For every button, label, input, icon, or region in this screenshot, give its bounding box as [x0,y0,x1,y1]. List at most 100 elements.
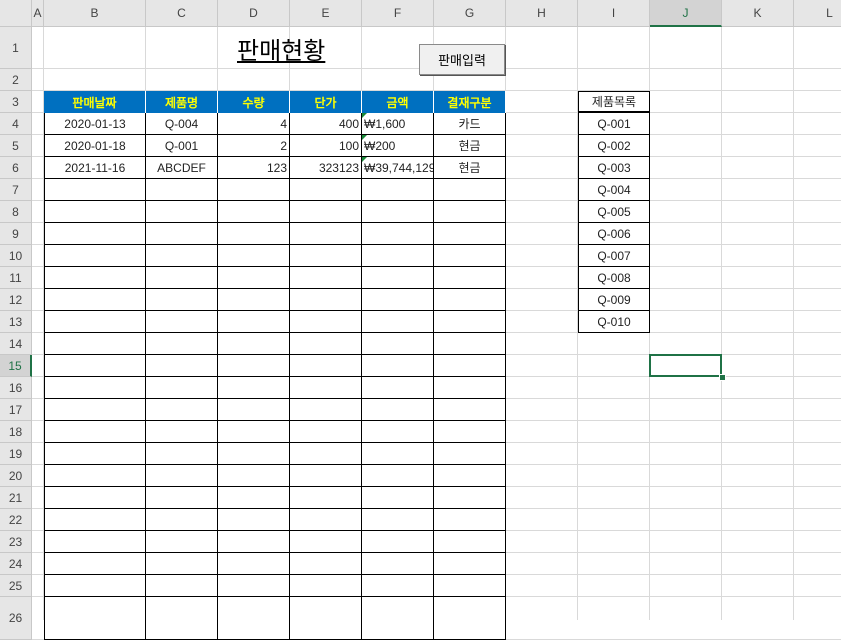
table-empty-cell[interactable] [362,223,434,245]
table-empty-cell[interactable] [44,333,146,355]
table-empty-cell[interactable] [290,443,362,465]
row-header-20[interactable]: 20 [0,465,32,487]
column-header-g[interactable]: G [434,0,506,27]
row-header-4[interactable]: 4 [0,113,32,135]
table-data-cell[interactable]: ₩200 [362,135,434,157]
column-header-d[interactable]: D [218,0,290,27]
table-empty-cell[interactable] [434,333,506,355]
table-data-cell[interactable]: ₩1,600 [362,113,434,135]
table-data-cell[interactable]: 현금 [434,157,506,179]
table-empty-cell[interactable] [434,311,506,333]
column-header-c[interactable]: C [146,0,218,27]
row-header-2[interactable]: 2 [0,69,32,91]
table-data-cell[interactable]: ABCDEF [146,157,218,179]
row-header-24[interactable]: 24 [0,553,32,575]
table-empty-cell[interactable] [44,245,146,267]
table-empty-cell[interactable] [290,245,362,267]
table-data-cell[interactable]: 123 [218,157,290,179]
row-header-13[interactable]: 13 [0,311,32,333]
product-list-item[interactable]: Q-009 [578,289,650,311]
table-empty-cell[interactable] [218,399,290,421]
table-empty-cell[interactable] [146,355,218,377]
table-empty-cell[interactable] [146,179,218,201]
product-list-item[interactable]: Q-010 [578,311,650,333]
active-cell-J15[interactable] [649,354,722,377]
table-empty-cell[interactable] [362,377,434,399]
table-empty-cell[interactable] [44,223,146,245]
row-header-14[interactable]: 14 [0,333,32,355]
table-data-cell[interactable]: 4 [218,113,290,135]
table-empty-cell[interactable] [44,553,146,575]
table-empty-cell[interactable] [290,311,362,333]
table-empty-cell[interactable] [146,465,218,487]
table-data-cell[interactable]: ₩39,744,129 [362,157,434,179]
table-data-cell[interactable]: 323123 [290,157,362,179]
column-header-a[interactable]: A [32,0,44,27]
table-empty-cell[interactable] [434,201,506,223]
table-empty-cell[interactable] [362,179,434,201]
table-data-cell[interactable]: Q-004 [146,113,218,135]
column-header-j[interactable]: J [650,0,722,27]
table-empty-cell[interactable] [434,179,506,201]
table-empty-cell[interactable] [434,267,506,289]
table-empty-cell[interactable] [290,509,362,531]
row-header-8[interactable]: 8 [0,201,32,223]
table-data-cell[interactable]: 2020-01-13 [44,113,146,135]
table-empty-cell[interactable] [146,289,218,311]
table-empty-cell[interactable] [362,355,434,377]
table-empty-cell[interactable] [362,333,434,355]
table-empty-cell[interactable] [218,531,290,553]
table-empty-cell[interactable] [218,355,290,377]
product-list-item[interactable]: Q-005 [578,201,650,223]
table-empty-cell[interactable] [218,179,290,201]
table-empty-cell[interactable] [362,201,434,223]
table-empty-cell[interactable] [362,531,434,553]
row-header-11[interactable]: 11 [0,267,32,289]
table-empty-cell[interactable] [290,201,362,223]
table-empty-cell[interactable] [362,399,434,421]
table-empty-cell[interactable] [44,179,146,201]
product-list-item[interactable]: Q-006 [578,223,650,245]
table-empty-cell[interactable] [146,201,218,223]
row-header-9[interactable]: 9 [0,223,32,245]
row-header-5[interactable]: 5 [0,135,32,157]
column-header-h[interactable]: H [506,0,578,27]
table-empty-cell[interactable] [434,575,506,597]
product-list-item[interactable]: Q-004 [578,179,650,201]
table-empty-cell[interactable] [290,465,362,487]
row-header-26[interactable]: 26 [0,597,32,640]
table-empty-cell[interactable] [290,223,362,245]
table-empty-cell[interactable] [218,597,290,640]
table-empty-cell[interactable] [218,575,290,597]
table-data-cell[interactable]: 카드 [434,113,506,135]
table-empty-cell[interactable] [362,509,434,531]
table-data-cell[interactable]: 100 [290,135,362,157]
table-empty-cell[interactable] [146,377,218,399]
table-empty-cell[interactable] [44,531,146,553]
table-empty-cell[interactable] [146,311,218,333]
select-all-corner[interactable] [0,0,32,27]
table-empty-cell[interactable] [146,421,218,443]
table-empty-cell[interactable] [218,465,290,487]
table-empty-cell[interactable] [44,509,146,531]
table-empty-cell[interactable] [44,377,146,399]
table-empty-cell[interactable] [362,553,434,575]
table-empty-cell[interactable] [44,289,146,311]
row-header-25[interactable]: 25 [0,575,32,597]
table-empty-cell[interactable] [434,377,506,399]
row-header-18[interactable]: 18 [0,421,32,443]
table-empty-cell[interactable] [146,267,218,289]
table-empty-cell[interactable] [218,377,290,399]
column-header-i[interactable]: I [578,0,650,27]
table-empty-cell[interactable] [290,333,362,355]
table-empty-cell[interactable] [434,421,506,443]
table-empty-cell[interactable] [44,465,146,487]
table-empty-cell[interactable] [434,509,506,531]
table-empty-cell[interactable] [146,399,218,421]
table-empty-cell[interactable] [44,267,146,289]
row-header-12[interactable]: 12 [0,289,32,311]
table-data-cell[interactable]: 현금 [434,135,506,157]
table-empty-cell[interactable] [146,531,218,553]
sales-input-button[interactable]: 판매입력 [419,44,505,75]
table-empty-cell[interactable] [362,575,434,597]
